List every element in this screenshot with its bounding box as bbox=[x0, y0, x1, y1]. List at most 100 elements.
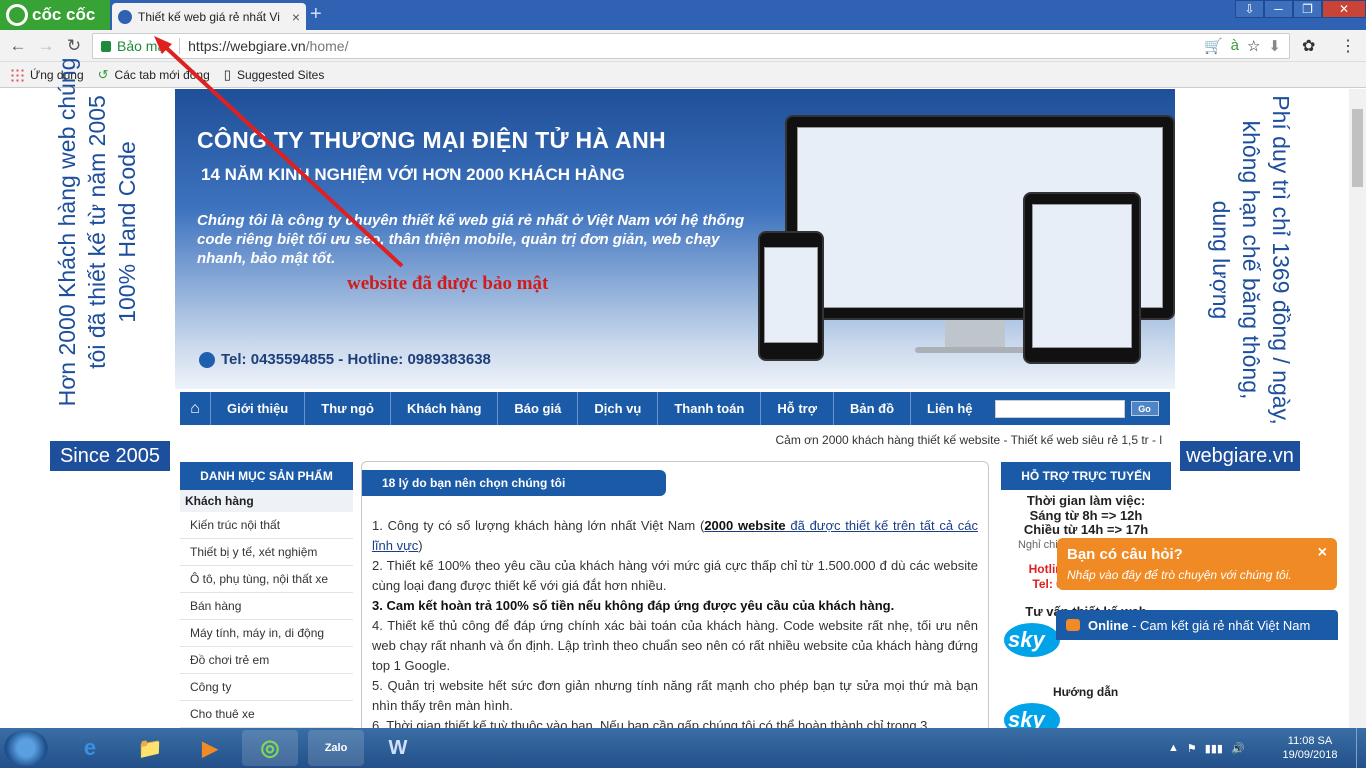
reason-1: 1. Công ty có số lượng khách hàng lớn nh… bbox=[372, 516, 978, 556]
bookmarks-bar: Ứng dụng ↺ Các tab mới đóng ▯ Suggested Si… bbox=[0, 62, 1366, 88]
online-text: - Cam kết giá rẻ nhất Việt Nam bbox=[1128, 617, 1311, 633]
maximize-button[interactable]: ❐ bbox=[1293, 0, 1322, 18]
phone-screen bbox=[764, 247, 818, 343]
home-icon[interactable]: ⌂ bbox=[180, 392, 210, 425]
menu-icon[interactable]: ⋮ bbox=[1340, 36, 1356, 56]
close-window-button[interactable]: ✕ bbox=[1322, 0, 1366, 18]
support-header: HỖ TRỢ TRỰC TUYẾN bbox=[1001, 462, 1171, 490]
banner-phone-text: Tel: 0435594855 - Hotline: 0989383638 bbox=[221, 351, 491, 368]
header-banner: CÔNG TY THƯƠNG MẠI ĐIỆN TỬ HÀ ANH 14 NĂM… bbox=[175, 89, 1175, 389]
left-vertical-line: Hơn 2000 Khách hàng web chúng bbox=[54, 57, 80, 407]
category-item[interactable]: Đồ chơi trẻ em bbox=[180, 647, 353, 674]
minimize-button[interactable]: ─ bbox=[1264, 0, 1293, 18]
nav-thanh-toan[interactable]: Thanh toán bbox=[657, 392, 760, 425]
skype-consult-button[interactable]: sky bbox=[1004, 623, 1060, 657]
reasons-body: 1. Công ty có số lượng khách hàng lớn nh… bbox=[372, 516, 978, 728]
category-item[interactable]: Thiết bị y tế, xét nghiệm bbox=[180, 539, 353, 566]
online-chat-bar[interactable]: Online - Cam kết giá rẻ nhất Việt Nam bbox=[1056, 610, 1338, 640]
reason-4: 4. Thiết kế thủ công để đáp ứng chính xá… bbox=[372, 618, 978, 673]
site-search-input[interactable] bbox=[994, 399, 1125, 418]
new-tab-button[interactable]: + bbox=[310, 4, 326, 24]
category-item[interactable]: Kiến trúc nội thất bbox=[180, 512, 353, 539]
nav-bao-gia[interactable]: Báo giá bbox=[497, 392, 577, 425]
reason-5: 5. Quản trị website hết sức đơn giản như… bbox=[372, 678, 978, 713]
volume-icon[interactable]: 🔊 bbox=[1231, 742, 1245, 755]
tab-title: Thiết kế web giá rẻ nhất Vi bbox=[138, 9, 280, 24]
ie-icon[interactable]: e bbox=[62, 730, 118, 766]
windows-taskbar: e 📁 ▶ ◎ Zalo W ▲ ⚑ ▮▮▮ 🔊 11:08 SA 19/09/… bbox=[0, 728, 1366, 768]
reason-1-text: 1. Công ty có số lượng khách hàng lớn nh… bbox=[372, 518, 705, 533]
right-vertical-text: Phí duy trì chỉ 1369 đồng / ngày, không … bbox=[1206, 90, 1296, 430]
nav-dich-vu[interactable]: Dịch vụ bbox=[577, 392, 657, 425]
scrollbar-thumb[interactable] bbox=[1352, 109, 1363, 187]
tab-close-icon[interactable]: × bbox=[292, 9, 300, 25]
chat-subtitle: Nhấp vào đây để trò chuyện với chúng tôi… bbox=[1067, 568, 1292, 582]
page-icon: ▯ bbox=[223, 66, 231, 82]
back-button[interactable]: ← bbox=[6, 35, 30, 57]
browser-title-bar: cốc cốc Thiết kế web giá rẻ nhất Vi × + ⇩… bbox=[0, 0, 1366, 30]
reason-1-link-bold: 2000 website bbox=[704, 518, 786, 533]
apps-grid-icon bbox=[10, 67, 24, 82]
bookmark-suggested-sites[interactable]: ▯ Suggested Sites bbox=[224, 67, 325, 83]
page-scrollbar[interactable] bbox=[1349, 89, 1366, 728]
banner-title: CÔNG TY THƯƠNG MẠI ĐIỆN TỬ HÀ ANH bbox=[197, 127, 666, 153]
show-desktop-button[interactable] bbox=[1356, 728, 1366, 768]
network-icon[interactable]: ▮▮▮ bbox=[1205, 742, 1223, 755]
coccoc-taskbar-icon[interactable]: ◎ bbox=[242, 730, 298, 766]
category-item[interactable]: Cho thuê xe bbox=[180, 701, 353, 728]
category-item[interactable]: Ô tô, phụ tùng, nội thất xe bbox=[180, 566, 353, 593]
reason-6: 6. Thời gian thiết kế tuỳ thuộc vào bạn.… bbox=[372, 718, 928, 728]
tablet-mockup bbox=[1023, 192, 1141, 364]
tray-expand-icon[interactable]: ▲ bbox=[1168, 742, 1179, 754]
download-icon[interactable]: ⬇ bbox=[1268, 37, 1281, 55]
word-icon[interactable]: W bbox=[370, 730, 426, 766]
media-player-icon[interactable]: ▶ bbox=[182, 730, 238, 766]
start-button[interactable] bbox=[4, 730, 48, 766]
clock-date: 19/09/2018 bbox=[1282, 749, 1338, 761]
url-host: https://webgiare.vn bbox=[188, 38, 306, 54]
address-bar[interactable]: Bảo mật https://webgiare.vn/home/ 🛒 à ☆ … bbox=[92, 33, 1290, 59]
online-label: Online bbox=[1088, 617, 1129, 633]
category-header: DANH MỤC SẢN PHẨM bbox=[180, 462, 353, 490]
category-item[interactable]: Bán hàng bbox=[180, 593, 353, 620]
url-path: /home/ bbox=[305, 38, 349, 54]
category-item[interactable]: Máy tính, máy in, di động bbox=[180, 620, 353, 647]
nav-gioi-thieu[interactable]: Giới thiệu bbox=[210, 392, 304, 425]
extension-icon[interactable]: ✿ bbox=[1302, 36, 1315, 56]
taskbar-clock[interactable]: 11:08 SA 19/09/2018 bbox=[1270, 734, 1350, 762]
right-vertical-line: dung lượng bbox=[1208, 200, 1234, 320]
nav-thu-ngo[interactable]: Thư ngỏ bbox=[304, 392, 390, 425]
category-item[interactable]: Công ty bbox=[180, 674, 353, 701]
domain-badge: webgiare.vn bbox=[1180, 441, 1300, 471]
translate-icon[interactable]: à bbox=[1231, 37, 1239, 55]
nav-ban-do[interactable]: Bản đồ bbox=[832, 392, 910, 425]
zalo-icon[interactable]: Zalo bbox=[308, 730, 364, 766]
search-go-button[interactable]: Go bbox=[1130, 401, 1159, 416]
nav-lien-he[interactable]: Liên hệ bbox=[910, 392, 989, 425]
security-annotation: website đã được bảo mật bbox=[347, 273, 549, 294]
explorer-icon[interactable]: 📁 bbox=[122, 730, 178, 766]
guide-title: Hướng dẫn bbox=[1053, 685, 1119, 699]
category-group[interactable]: Khách hàng bbox=[180, 490, 353, 512]
since-badge: Since 2005 bbox=[50, 441, 170, 471]
working-hours-morning: Sáng từ 8h => 12h bbox=[1029, 507, 1143, 523]
left-vertical-line: tôi đã thiết kế từ năm 2005 bbox=[84, 95, 110, 369]
nav-ho-tro[interactable]: Hỗ trợ bbox=[760, 392, 833, 425]
bookmark-label: Suggested Sites bbox=[236, 67, 325, 82]
clock-time: 11:08 SA bbox=[1287, 735, 1333, 747]
coccoc-icon bbox=[6, 4, 28, 26]
url-text[interactable]: https://webgiare.vn/home/ bbox=[180, 38, 348, 54]
left-vertical-text: Hơn 2000 Khách hàng web chúng tôi đã thi… bbox=[52, 22, 142, 442]
omnibox-icons: 🛒 à ☆ ⬇ bbox=[1204, 37, 1281, 55]
bookmark-star-icon[interactable]: ☆ bbox=[1247, 37, 1260, 55]
chat-close-icon[interactable]: × bbox=[1318, 544, 1327, 562]
right-vertical-line: Phí duy trì chỉ 1369 đồng / ngày, bbox=[1268, 95, 1294, 425]
chat-question: Bạn có câu hỏi? bbox=[1067, 546, 1183, 563]
nav-khach-hang[interactable]: Khách hàng bbox=[389, 392, 497, 425]
download-window-button[interactable]: ⇩ bbox=[1235, 0, 1264, 18]
left-vertical-line: 100% Hand Code bbox=[114, 141, 140, 323]
action-center-icon[interactable]: ⚑ bbox=[1187, 742, 1197, 755]
cart-icon[interactable]: 🛒 bbox=[1204, 37, 1223, 55]
skype-guide-button[interactable]: sky bbox=[1004, 703, 1060, 728]
chat-prompt[interactable]: Bạn có câu hỏi? Nhấp vào đây để trò chuy… bbox=[1057, 538, 1337, 590]
